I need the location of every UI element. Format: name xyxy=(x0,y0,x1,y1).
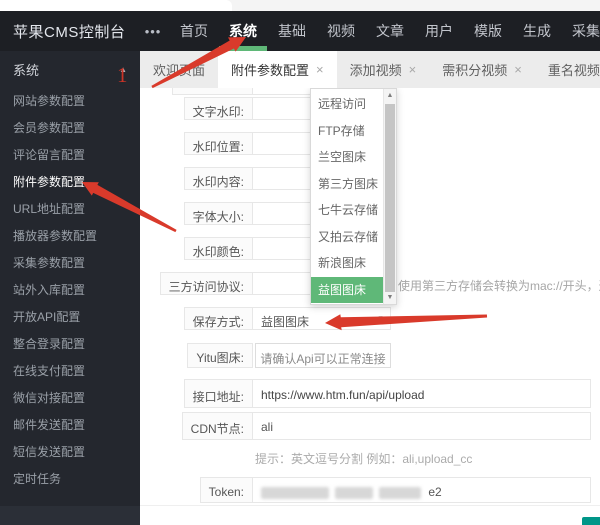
api-url-input[interactable]: https://www.htm.fun/api/upload xyxy=(252,379,591,408)
window-top-strip xyxy=(0,0,600,11)
tab-add-video[interactable]: 添加视频 × xyxy=(337,51,430,88)
sidebar-group-system[interactable]: 系统 ▲ xyxy=(0,51,140,88)
sidebar-item-site-params[interactable]: 网站参数配置 xyxy=(0,88,140,115)
chevron-down-icon: ▼ xyxy=(377,315,384,322)
sidebar-item-attachment-params[interactable]: 附件参数配置 xyxy=(0,169,140,196)
app-title: 苹果CMS控制台 xyxy=(13,23,126,41)
submit-button[interactable] xyxy=(582,517,600,525)
app-window: 苹果CMS控制台 ••• 首页 系统 基础 视频 文章 用户 模版 生成 采集 … xyxy=(0,0,600,525)
top-menu-item-home[interactable]: 首页 xyxy=(180,11,208,51)
field-save-method: 保存方式: 益图图床 ▼ xyxy=(140,307,391,330)
top-menu-item-generate[interactable]: 生成 xyxy=(523,11,551,51)
sidebar-item-open-api[interactable]: 开放API配置 xyxy=(0,304,140,331)
option-sina-bed[interactable]: 新浪图床 xyxy=(311,250,383,277)
field-label: 保存方式: xyxy=(183,307,253,330)
field-label: CDN节点: xyxy=(181,412,253,440)
topbar: 苹果CMS控制台 ••• 首页 系统 基础 视频 文章 用户 模版 生成 采集 xyxy=(0,11,600,51)
tab-label: 添加视频 xyxy=(349,63,402,78)
field-yitu-bed: Yitu图床: 请确认Api可以正常连接 xyxy=(140,343,391,368)
protocol-hint-text: 使用第三方存储会转换为mac://开头，这表示 xyxy=(398,279,600,293)
cdn-hint-text: 提示：英文逗号分割 例如：ali,upload_cc xyxy=(255,452,473,466)
field-label: 水印位置: xyxy=(183,132,253,155)
close-icon[interactable]: × xyxy=(409,62,417,77)
option-lankong-bed[interactable]: 兰空图床 xyxy=(311,144,383,171)
yitu-check-api-button[interactable]: 请确认Api可以正常连接 xyxy=(255,343,391,368)
field-label: Token: xyxy=(199,477,253,503)
tab-attachment-params[interactable]: 附件参数配置 × xyxy=(218,51,337,88)
sidebar-item-scheduled-tasks[interactable]: 定时任务 xyxy=(0,466,140,493)
token-suffix: e2 xyxy=(428,485,442,499)
tab-label: 附件参数配置 xyxy=(231,63,310,78)
field-label: 文字水印: xyxy=(183,97,253,120)
option-ftp-storage[interactable]: FTP存储 xyxy=(311,118,383,145)
top-menu-item-user[interactable]: 用户 xyxy=(425,11,453,51)
tab-label: 需积分视频 xyxy=(442,63,508,78)
field-api-url: 接口地址: https://www.htm.fun/api/upload xyxy=(140,379,591,408)
sidebar-item-login-integration[interactable]: 整合登录配置 xyxy=(0,331,140,358)
field-label: 水印颜色: xyxy=(183,237,253,260)
tab-points-video[interactable]: 需积分视频 × xyxy=(429,51,535,88)
top-menu-item-article[interactable]: 文章 xyxy=(376,11,404,51)
sidebar-item-url-config[interactable]: URL地址配置 xyxy=(0,196,140,223)
sidebar-item-wechat[interactable]: 微信对接配置 xyxy=(0,385,140,412)
cdn-node-value: ali xyxy=(261,420,274,434)
scroll-up-icon[interactable]: ▲ xyxy=(384,89,396,102)
field-label: 三方访问协议: xyxy=(159,272,253,295)
top-menu-item-video[interactable]: 视频 xyxy=(327,11,355,51)
save-method-select[interactable]: 益图图床 ▼ xyxy=(252,307,391,330)
redacted-token-blur xyxy=(261,486,421,499)
settings-panel: 文字水印: 水印位置: 水印内容: 字体大小: 水印颜色: 三方访问协议: 保存… xyxy=(140,88,600,525)
field-label xyxy=(172,88,253,95)
scroll-down-icon[interactable]: ▼ xyxy=(384,291,396,304)
field-token: Token: e2 xyxy=(140,477,591,503)
scrollbar-thumb[interactable] xyxy=(385,104,395,292)
save-method-value: 益图图床 xyxy=(261,315,310,329)
sidebar-bottom-strip xyxy=(0,506,140,525)
sidebar-item-collect-params[interactable]: 采集参数配置 xyxy=(0,250,140,277)
top-menu: 首页 系统 基础 视频 文章 用户 模版 生成 采集 xyxy=(180,11,600,51)
dropdown-scrollbar[interactable]: ▲ ▼ xyxy=(383,89,396,304)
dropdown-option-list: 远程访问 FTP存储 兰空图床 第三方图床 七牛云存储 又拍云存储 新浪图床 益… xyxy=(311,89,383,304)
option-qiniu-cloud[interactable]: 七牛云存储 xyxy=(311,197,383,224)
option-upai-cloud[interactable]: 又拍云存储 xyxy=(311,224,383,251)
top-menu-item-template[interactable]: 模版 xyxy=(474,11,502,51)
cdn-node-input[interactable]: ali xyxy=(252,412,591,440)
sidebar-item-sms[interactable]: 短信发送配置 xyxy=(0,439,140,466)
tab-welcome[interactable]: 欢迎页面 xyxy=(140,51,218,88)
sidebar-item-member-params[interactable]: 会员参数配置 xyxy=(0,115,140,142)
sidebar-item-email[interactable]: 邮件发送配置 xyxy=(0,412,140,439)
top-menu-item-system[interactable]: 系统 xyxy=(219,11,267,51)
field-label: 字体大小: xyxy=(183,202,253,225)
close-icon[interactable]: × xyxy=(514,62,522,77)
tab-duplicate-video[interactable]: 重名视频数据 × xyxy=(535,51,600,88)
token-input[interactable]: e2 xyxy=(252,477,591,503)
more-menu-icon[interactable]: ••• xyxy=(145,24,164,39)
field-label: 水印内容: xyxy=(183,167,253,190)
tabbar: 欢迎页面 附件参数配置 × 添加视频 × 需积分视频 × 重名视频数据 × 接 xyxy=(140,51,600,88)
field-cdn-node: CDN节点: ali xyxy=(140,412,591,440)
sidebar-item-comment-config[interactable]: 评论留言配置 xyxy=(0,142,140,169)
tab-label: 重名视频数据 xyxy=(547,63,600,78)
sidebar-item-online-payment[interactable]: 在线支付配置 xyxy=(0,358,140,385)
section-divider xyxy=(140,505,600,506)
option-remote-access[interactable]: 远程访问 xyxy=(311,91,383,118)
save-method-dropdown: 远程访问 FTP存储 兰空图床 第三方图床 七牛云存储 又拍云存储 新浪图床 益… xyxy=(310,88,397,305)
field-label: Yitu图床: xyxy=(187,343,253,368)
top-menu-item-collect[interactable]: 采集 xyxy=(572,11,600,51)
field-label: 接口地址: xyxy=(183,379,253,408)
sidebar-item-player-params[interactable]: 播放器参数配置 xyxy=(0,223,140,250)
sidebar: 系统 ▲ 网站参数配置 会员参数配置 评论留言配置 附件参数配置 URL地址配置… xyxy=(0,51,140,525)
sidebar-group-label: 系统 xyxy=(13,63,40,78)
sidebar-item-offsite-storage[interactable]: 站外入库配置 xyxy=(0,277,140,304)
option-third-party-bed[interactable]: 第三方图床 xyxy=(311,171,383,198)
top-menu-item-basic[interactable]: 基础 xyxy=(278,11,306,51)
collapse-caret-icon: ▲ xyxy=(119,65,127,74)
window-corner xyxy=(0,0,232,11)
api-url-value: https://www.htm.fun/api/upload xyxy=(261,388,425,402)
close-icon[interactable]: × xyxy=(316,62,324,77)
tab-label: 欢迎页面 xyxy=(153,63,206,78)
option-yitu-bed-selected[interactable]: 益图图床 xyxy=(311,276,383,303)
